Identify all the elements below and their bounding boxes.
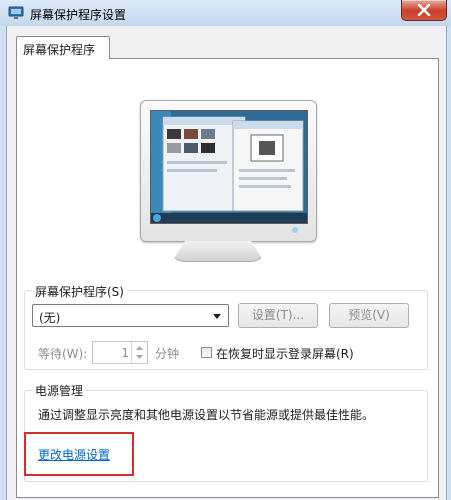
resume-checkbox-label: 在恢复时显示登录屏幕(R) (216, 347, 354, 361)
preview-button[interactable]: 预览(V) (329, 303, 409, 328)
power-group-label: 电源管理 (32, 382, 87, 399)
screensaver-select[interactable]: (无) (32, 304, 229, 327)
tab-label: 屏幕保护程序 (23, 43, 96, 57)
window-title: 屏幕保护程序设置 (30, 8, 127, 22)
monitor-led (292, 227, 298, 233)
spinner-arrows[interactable] (131, 342, 147, 363)
chevron-down-icon (213, 314, 221, 319)
tab-screensaver[interactable]: 屏幕保护程序 (16, 36, 110, 59)
desktop-preview-image (151, 111, 307, 223)
close-icon (417, 4, 431, 16)
title-bar: 屏幕保护程序设置 (0, 0, 451, 26)
wait-spinner[interactable]: 1 (92, 341, 148, 364)
settings-button[interactable]: 设置(T)... (238, 303, 318, 328)
app-monitor-icon (8, 6, 24, 19)
close-button[interactable] (401, 0, 447, 21)
wait-unit: 分钟 (155, 347, 180, 361)
wait-value: 1 (121, 346, 129, 360)
screensaver-select-value: (无) (39, 311, 61, 325)
monitor-stand (172, 241, 264, 262)
change-power-settings-link[interactable]: 更改电源设置 (38, 446, 110, 463)
spin-arrows-icon (136, 346, 143, 359)
resume-checkbox[interactable] (201, 347, 212, 358)
preview-screen (150, 110, 308, 224)
wait-label: 等待(W): (38, 347, 88, 361)
preview-monitor (140, 100, 317, 242)
power-description: 通过调整显示亮度和其他电源设置以节省能源或提供最佳性能。 (38, 408, 375, 422)
screensaver-group-label: 屏幕保护程序(S) (32, 283, 127, 300)
